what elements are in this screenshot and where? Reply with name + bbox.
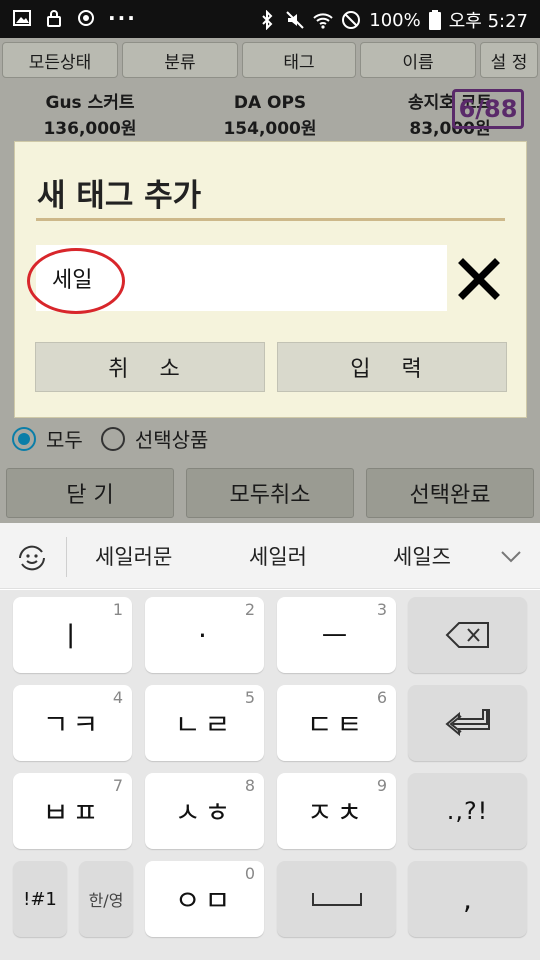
battery-percent: 100% [369,9,421,31]
key-symbols[interactable]: !#1 [13,861,67,937]
gallery-icon [13,10,31,26]
suggestion-divider [66,537,67,577]
product-price: 136,000원 [43,119,137,139]
dialog-title: 새 태그 추가 [37,178,202,214]
lock-icon [47,10,61,27]
key-vowel-eu[interactable]: ㅡ3 [277,597,396,673]
tab-category[interactable]: 분류 [122,42,238,78]
status-bar: ··· 100% 오후 5:27 [0,0,540,38]
space-icon [311,893,362,906]
tab-tag[interactable]: 태그 [242,42,356,78]
title-divider [36,218,505,221]
radio-all-label: 모두 [46,428,83,452]
product-item[interactable]: Gus 스커트 136,000원 [20,90,160,142]
key-giyeok-kieuk[interactable]: ㄱㅋ 4 [13,685,132,761]
key-dot[interactable]: · 2 [145,597,264,673]
key-backspace[interactable] [408,597,527,673]
tab-all-status[interactable]: 모든상태 [2,42,118,78]
key-language-toggle[interactable]: 한/영 [79,861,133,937]
key-digeut-tieut[interactable]: ㄷㅌ 6 [277,685,396,761]
keyboard: ㅣ1 · 2 ㅡ3 ㄱㅋ 4 ㄴㄹ 5 ㄷㅌ 6 ㅂㅍ 7 ㅅㅎ 8 ㅈㅊ 9 .,?! !#… [0,590,540,960]
bluetooth-icon [262,10,273,30]
key-nieun-rieul[interactable]: ㄴㄹ 5 [145,685,264,761]
sync-icon [78,10,94,26]
chevron-down-icon[interactable] [500,545,522,567]
radio-all[interactable] [12,426,36,451]
key-jieut-chieut[interactable]: ㅈㅊ 9 [277,773,396,849]
suggestion-item[interactable]: 세일러문 [95,541,172,571]
key-ieung-mieum[interactable]: ㅇㅁ 0 [145,861,264,937]
wifi-icon [313,13,333,29]
key-enter[interactable] [408,685,527,761]
suggestion-item[interactable]: 세일러 [249,541,307,571]
mute-icon [286,11,304,29]
tab-settings[interactable]: 설 정 [480,42,538,78]
backspace-icon [445,622,489,648]
more-notifications: ··· [108,6,137,30]
filter-tabs: 모든상태 분류 태그 이름 설 정 [0,42,540,78]
select-done-button[interactable]: 선택완료 [366,468,534,518]
selection-count-badge: 6/88 [452,89,524,129]
key-punctuation[interactable]: .,?! [408,773,527,849]
radio-selected-label: 선택상품 [134,428,209,452]
scope-radio-group: 모두 선택상품 [12,424,208,453]
tab-name[interactable]: 이름 [360,42,476,78]
product-item[interactable]: DA OPS 154,000원 [200,90,340,142]
keyboard-suggestion-bar: 세일러문 세일러 세일즈 [0,523,540,589]
key-space[interactable] [277,861,396,937]
emoji-sync-icon[interactable] [14,540,50,576]
add-tag-dialog: 새 태그 추가 세일 취 소 입 력 [14,141,527,418]
product-price: 154,000원 [223,119,317,139]
key-siot-hieut[interactable]: ㅅㅎ 8 [145,773,264,849]
cancel-all-button[interactable]: 모두취소 [186,468,354,518]
suggestion-item[interactable]: 세일즈 [393,541,451,571]
product-name: Gus 스커트 [45,93,135,113]
radio-selected-products[interactable] [100,426,125,451]
tag-name-input[interactable]: 세일 [36,245,447,311]
no-sim-icon [342,11,361,29]
key-bieup-pieup[interactable]: ㅂㅍ 7 [13,773,132,849]
dialog-cancel-button[interactable]: 취 소 [35,342,265,392]
close-button[interactable]: 닫 기 [6,468,174,518]
key-comma[interactable]: , [408,861,527,937]
battery-icon [428,10,441,30]
clear-input-icon[interactable] [455,255,503,303]
clock: 오후 5:27 [448,11,528,32]
key-vowel-i[interactable]: ㅣ1 [13,597,132,673]
product-name: DA OPS [233,93,307,113]
enter-icon [444,709,490,737]
dialog-confirm-button[interactable]: 입 력 [277,342,507,392]
